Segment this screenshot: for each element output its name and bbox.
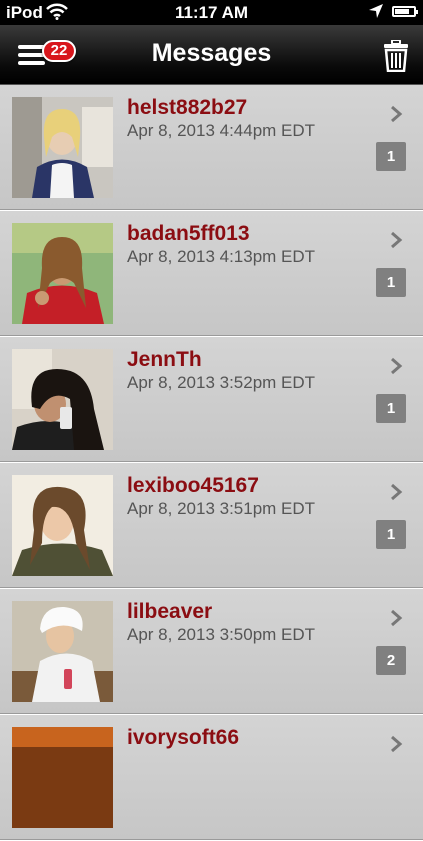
page-title: Messages: [151, 39, 272, 67]
avatar: [12, 223, 113, 324]
chevron-right-icon: [391, 105, 403, 123]
delete-button[interactable]: [384, 39, 408, 73]
sender-name: badan5ff013: [127, 222, 250, 245]
nav-bar: 22 Messages: [0, 25, 423, 85]
message-list: helst882b27 Apr 8, 2013 4:44pm EDT 1 bad…: [0, 85, 423, 841]
avatar: [12, 727, 113, 828]
message-row[interactable]: lilbeaver Apr 8, 2013 3:50pm EDT 2: [0, 589, 423, 715]
message-count: 1: [376, 520, 406, 549]
message-count: 1: [376, 142, 406, 171]
battery-icon: [392, 6, 418, 17]
message-count: 2: [376, 646, 406, 675]
message-count: 1: [376, 394, 406, 423]
sender-name: helst882b27: [127, 96, 248, 119]
message-date: Apr 8, 2013 4:44pm EDT: [127, 121, 316, 140]
avatar: [12, 349, 113, 450]
message-date: Apr 8, 2013 3:50pm EDT: [127, 625, 316, 644]
chevron-right-icon: [391, 735, 403, 753]
message-date: Apr 8, 2013 3:51pm EDT: [127, 499, 316, 518]
avatar: [12, 97, 113, 198]
avatar: [12, 601, 113, 702]
sender-name: JennTh: [127, 348, 202, 371]
sender-name: lilbeaver: [127, 600, 213, 623]
message-row[interactable]: helst882b27 Apr 8, 2013 4:44pm EDT 1: [0, 85, 423, 211]
message-date: Apr 8, 2013 3:52pm EDT: [127, 373, 316, 392]
location-arrow-icon: [368, 3, 384, 24]
chevron-right-icon: [391, 231, 403, 249]
sender-name: lexiboo45167: [127, 474, 259, 497]
message-row[interactable]: ivorysoft66: [0, 715, 423, 841]
sender-name: ivorysoft66: [127, 726, 240, 749]
status-bar: iPod 11:17 AM: [0, 0, 423, 25]
avatar: [12, 475, 113, 576]
message-row[interactable]: lexiboo45167 Apr 8, 2013 3:51pm EDT 1: [0, 463, 423, 589]
status-time: 11:17 AM: [174, 3, 249, 22]
chevron-right-icon: [391, 483, 403, 501]
chevron-right-icon: [391, 357, 403, 375]
message-count: 1: [376, 268, 406, 297]
chevron-right-icon: [391, 609, 403, 627]
trash-icon: [384, 39, 408, 73]
message-row[interactable]: badan5ff013 Apr 8, 2013 4:13pm EDT 1: [0, 211, 423, 337]
message-row[interactable]: JennTh Apr 8, 2013 3:52pm EDT 1: [0, 337, 423, 463]
message-date: Apr 8, 2013 4:13pm EDT: [127, 247, 316, 266]
